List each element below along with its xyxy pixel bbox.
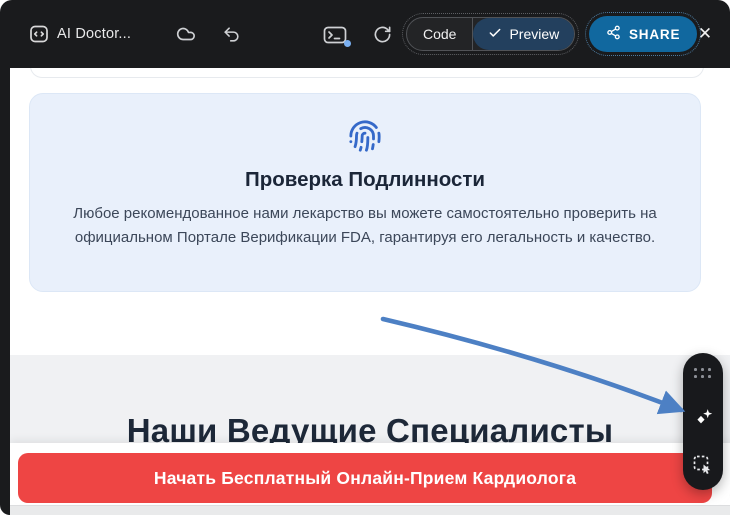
tab-preview[interactable]: Preview <box>473 18 575 50</box>
view-mode-toggle: Code Preview <box>401 13 580 55</box>
start-consultation-button[interactable]: Начать Бесплатный Онлайн-Прием Кардиолог… <box>18 453 712 503</box>
fingerprint-icon <box>348 119 382 158</box>
preview-tab-label: Preview <box>509 26 560 42</box>
preview-viewport: Проверка Подлинности Любое рекомендованн… <box>10 68 730 505</box>
top-toolbar: AI Doctor... Code Preview SHARE ✕ <box>0 0 730 68</box>
tab-code[interactable]: Code <box>407 18 472 50</box>
notification-dot <box>344 40 351 47</box>
close-icon[interactable]: ✕ <box>694 23 716 45</box>
sticky-cta-bar: Начать Бесплатный Онлайн-Прием Кардиолог… <box>10 443 730 505</box>
share-icon <box>606 25 621 43</box>
app-title: AI Doctor... <box>57 26 132 42</box>
refresh-icon[interactable] <box>372 24 392 44</box>
card-body-text: Любое рекомендованное нами лекарство вы … <box>73 205 657 246</box>
check-icon <box>488 26 502 43</box>
applet-icon[interactable] <box>29 24 49 44</box>
share-label: SHARE <box>629 26 681 42</box>
code-tab-label: Code <box>423 26 457 42</box>
sparkle-annotate-icon[interactable] <box>691 404 715 428</box>
previous-card-edge <box>30 68 704 78</box>
app-window: AI Doctor... Code Preview SHARE ✕ Провер… <box>0 0 730 515</box>
window-left-frame <box>0 40 10 515</box>
card-heading: Проверка Подлинности <box>244 168 486 191</box>
window-bottom-edge <box>10 505 730 515</box>
drag-handle-icon[interactable] <box>694 368 712 379</box>
annotation-toolbar <box>683 353 723 490</box>
undo-icon[interactable] <box>221 24 241 44</box>
cloud-save-icon[interactable] <box>174 23 198 45</box>
share-button[interactable]: SHARE <box>584 12 702 56</box>
select-element-icon[interactable] <box>691 453 715 477</box>
verification-card: Проверка Подлинности Любое рекомендованн… <box>29 93 701 292</box>
